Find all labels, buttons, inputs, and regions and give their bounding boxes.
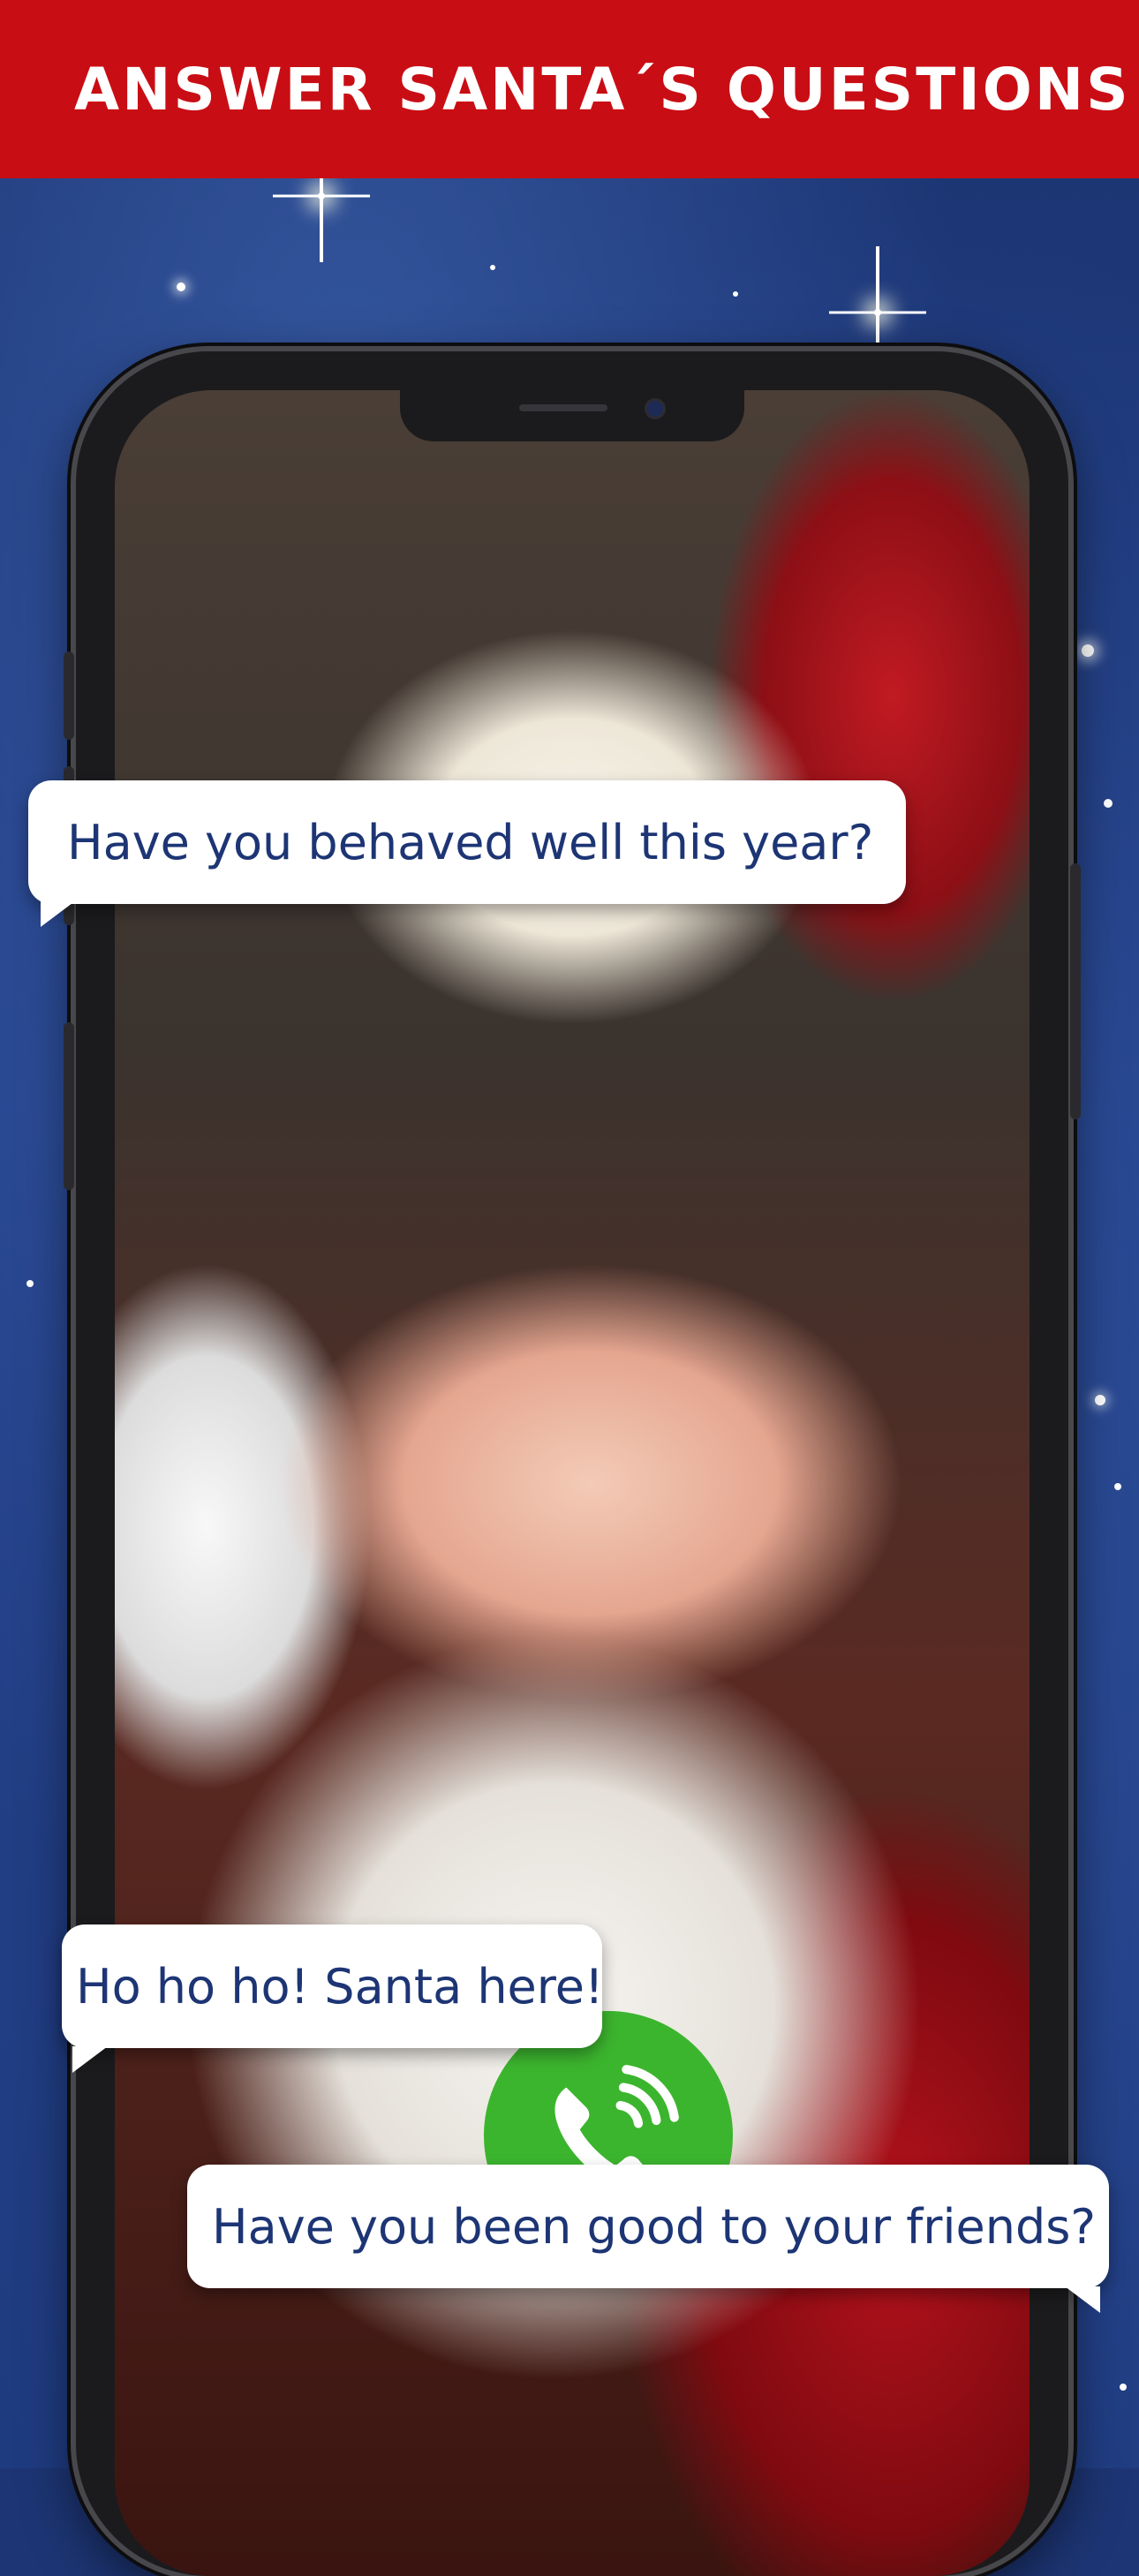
star — [733, 291, 738, 297]
speech-bubble-greeting: Ho ho ho! Santa here! — [62, 1924, 604, 2073]
star — [1082, 644, 1094, 657]
front-camera — [647, 401, 663, 417]
phone-notch — [400, 390, 744, 441]
speech-bubble-question-1: Have you behaved well this year? — [28, 780, 906, 927]
star — [490, 265, 495, 270]
mute-switch — [64, 1022, 74, 1190]
earpiece-speaker — [519, 404, 607, 411]
star — [26, 1280, 34, 1287]
speech-bubble-text: Ho ho ho! Santa here! — [76, 1958, 604, 2015]
star — [1104, 799, 1113, 808]
header-banner: ANSWER SANTA´S QUESTIONS — [0, 0, 1139, 178]
sparkle-star — [318, 192, 325, 200]
star — [1114, 1483, 1121, 1490]
star — [177, 282, 185, 291]
sparkle-star — [874, 309, 881, 316]
star — [1120, 2384, 1127, 2391]
speech-bubble-question-2: Have you been good to your friends? — [187, 2165, 1109, 2313]
speech-bubble-tail — [1065, 2286, 1100, 2313]
speech-bubble-text: Have you behaved well this year? — [67, 814, 874, 870]
speech-bubble-tail — [41, 900, 76, 927]
star — [1095, 1395, 1105, 1405]
speech-bubble-text: Have you been good to your friends? — [212, 2198, 1097, 2255]
speech-bubble-tail — [72, 2046, 108, 2073]
power-button — [1070, 863, 1081, 1119]
volume-up-button — [64, 652, 74, 740]
page-title: ANSWER SANTA´S QUESTIONS — [74, 55, 1131, 124]
